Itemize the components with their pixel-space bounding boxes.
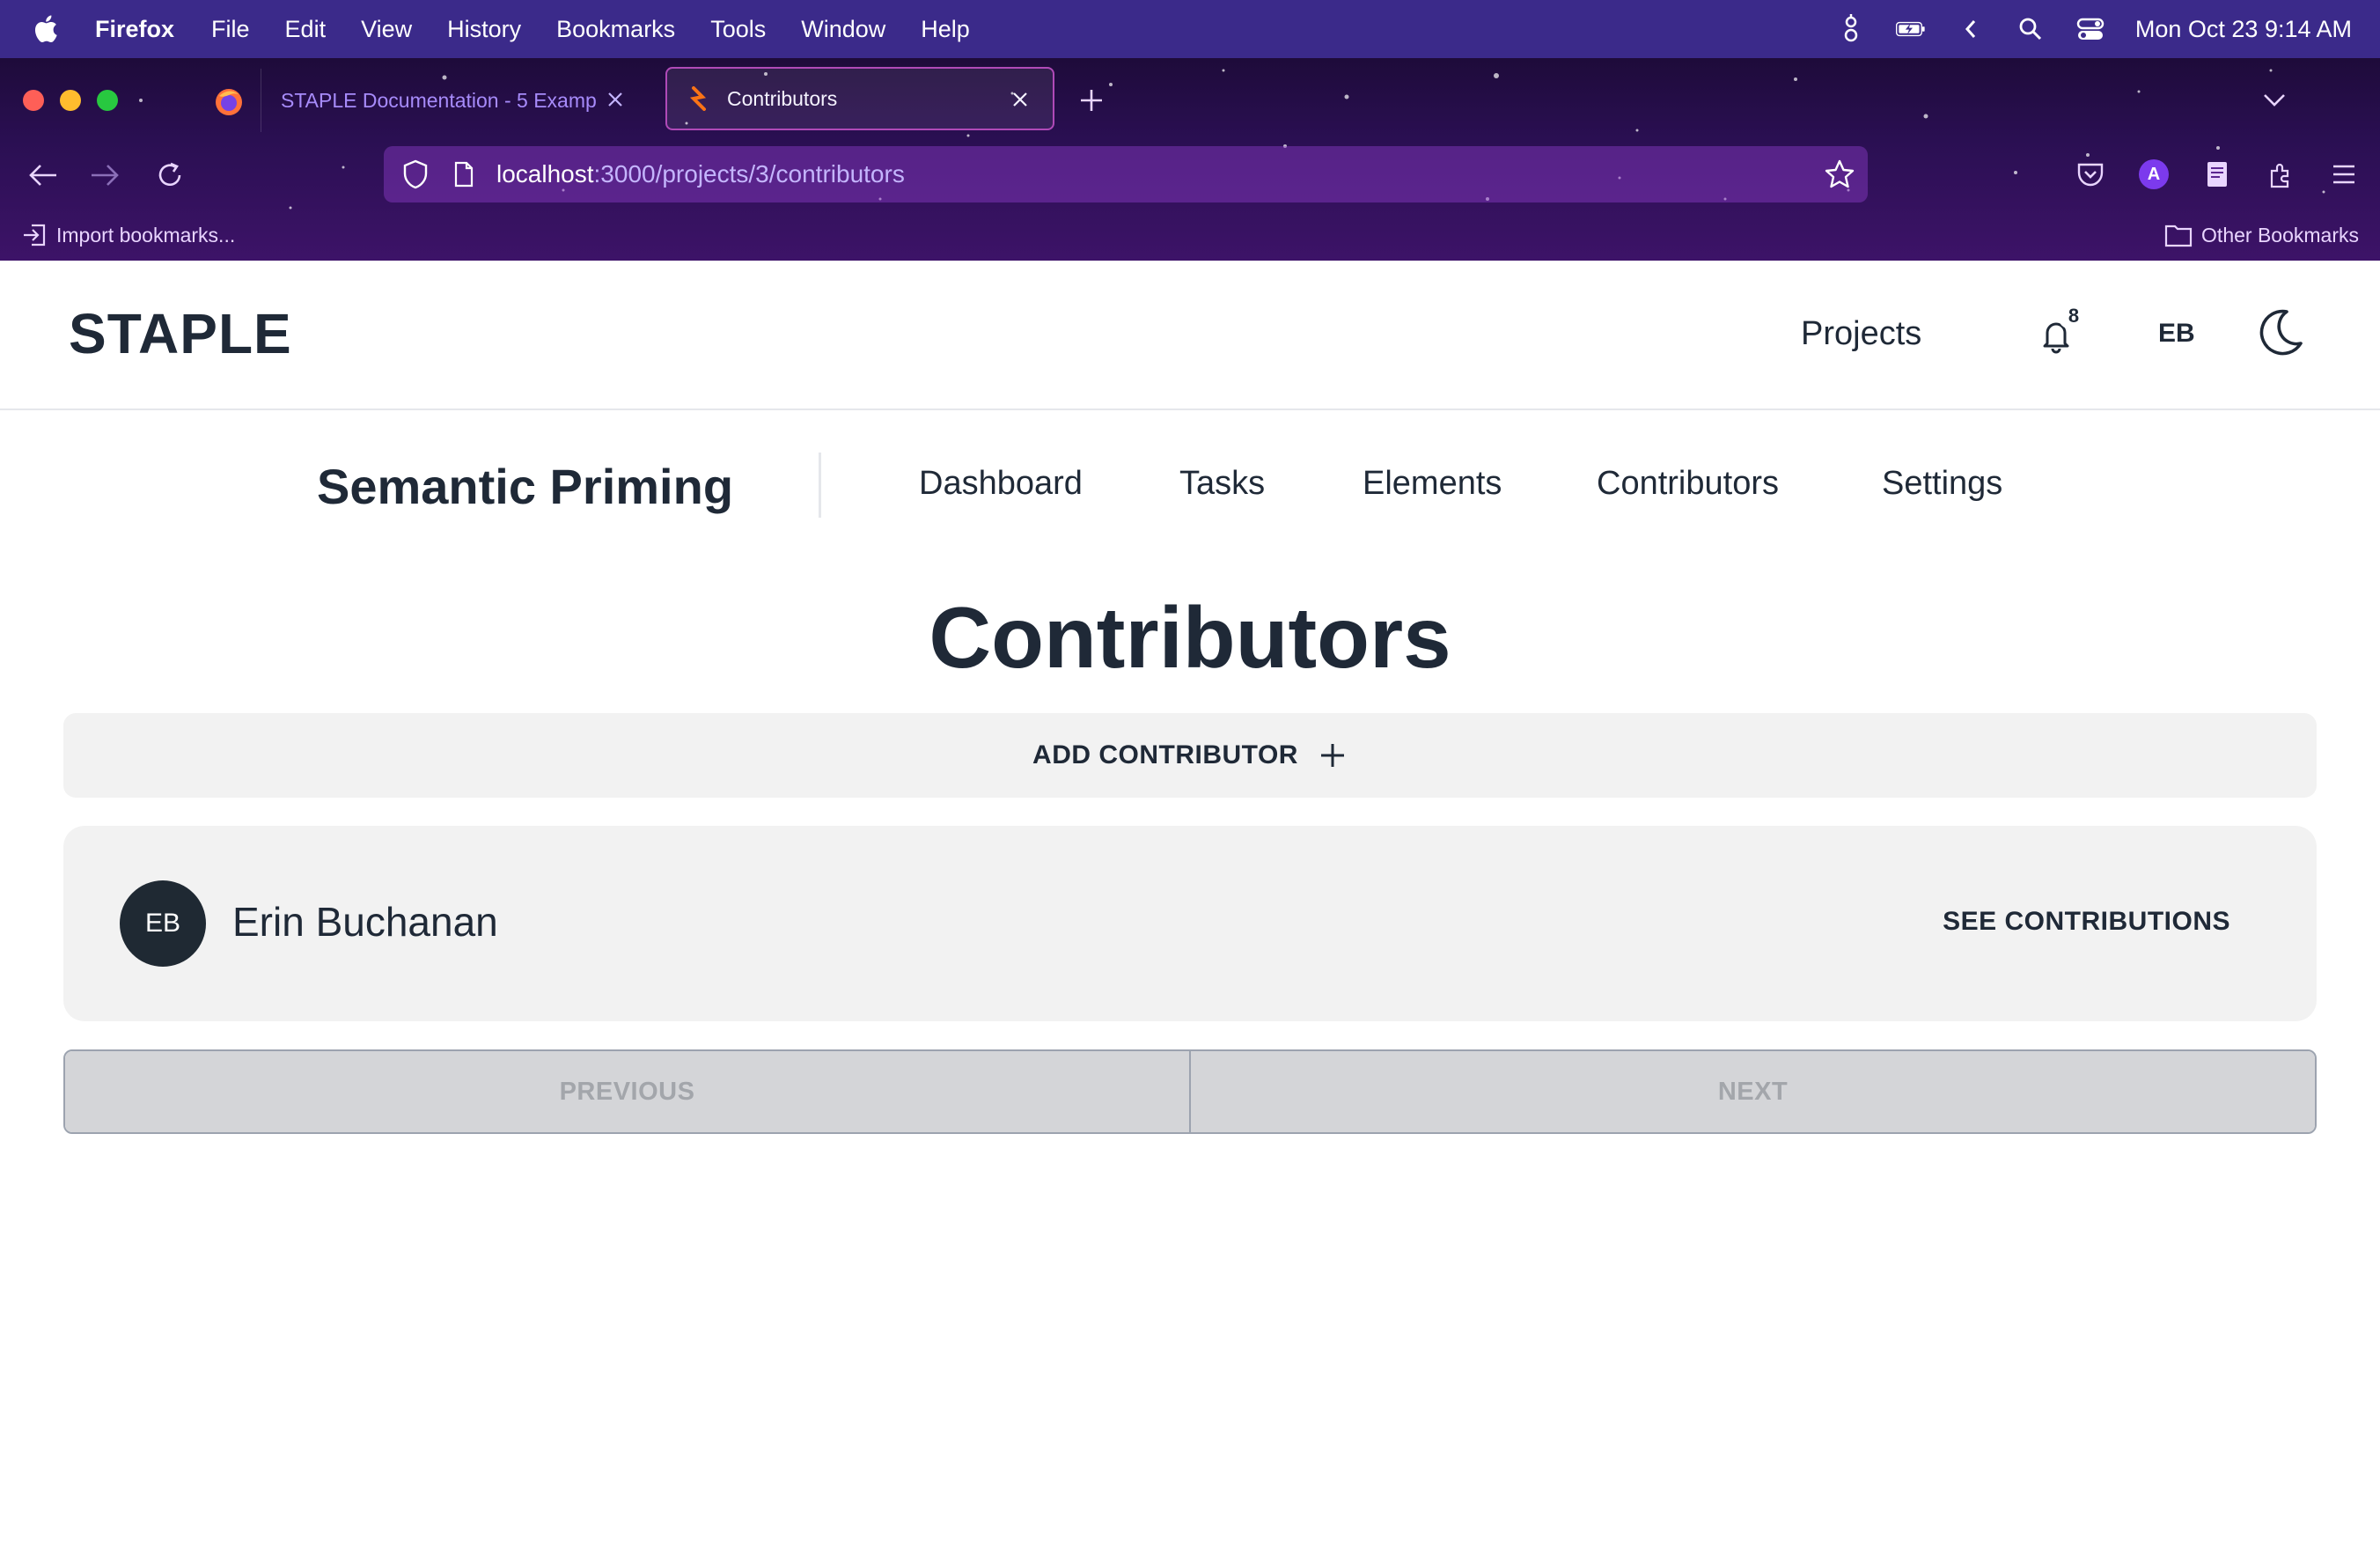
url-path: :3000/projects/3/contributors <box>593 160 905 188</box>
avatar: EB <box>120 880 206 967</box>
url-host: localhost <box>496 160 594 188</box>
tab-contributors[interactable]: Contributors <box>665 67 1054 130</box>
reload-icon <box>158 162 181 187</box>
tab-staple-documentation[interactable]: STAPLE Documentation - 5 Example <box>261 69 648 132</box>
tab-tasks[interactable]: Tasks <box>1179 465 1265 503</box>
macos-menu-bar: Firefox File Edit View History Bookmarks… <box>0 0 2380 58</box>
import-bookmarks-label: Import bookmarks... <box>56 223 236 247</box>
pagination: PREVIOUS NEXT <box>63 1049 2317 1134</box>
list-all-tabs-button[interactable] <box>2259 85 2290 116</box>
staple-favicon-icon <box>689 86 707 111</box>
menu-bookmarks[interactable]: Bookmarks <box>556 16 675 43</box>
bookmarks-toolbar: Import bookmarks... Other Bookmarks <box>0 211 2380 261</box>
moon-icon[interactable] <box>2253 306 2306 359</box>
menubar-clock[interactable]: Mon Oct 23 9:14 AM <box>2135 16 2352 43</box>
reader-view-icon[interactable] <box>2200 158 2234 191</box>
contributor-card: EB Erin Buchanan SEE CONTRIBUTIONS <box>63 826 2317 1021</box>
firefox-logo-icon <box>216 89 242 115</box>
toolbar-extensions: A <box>2074 148 2380 201</box>
previous-button[interactable]: PREVIOUS <box>65 1051 1191 1132</box>
other-bookmarks-label: Other Bookmarks <box>2201 223 2359 247</box>
status-app-icon[interactable] <box>1836 14 1866 44</box>
menu-tools[interactable]: Tools <box>710 16 766 43</box>
menu-help[interactable]: Help <box>921 16 970 43</box>
close-tab-icon[interactable] <box>1007 86 1033 113</box>
tab-elements[interactable]: Elements <box>1363 465 1502 503</box>
new-tab-button[interactable] <box>1076 85 1107 116</box>
tab-dashboard[interactable]: Dashboard <box>919 465 1083 503</box>
tab-title: Contributors <box>727 86 838 110</box>
add-contributor-label: ADD CONTRIBUTOR <box>1032 740 1298 769</box>
shield-icon[interactable] <box>400 158 431 190</box>
nav-divider <box>819 453 821 518</box>
brand-logo[interactable]: STAPLE <box>69 301 292 366</box>
forward-button[interactable] <box>86 157 123 194</box>
import-icon <box>24 224 46 247</box>
page-info-icon[interactable] <box>451 158 477 190</box>
hamburger-menu-icon[interactable] <box>2327 158 2361 191</box>
firefox-view-button[interactable] <box>202 76 255 129</box>
app-header: STAPLE Projects 8 EB <box>0 261 2380 410</box>
tab-title: STAPLE Documentation - 5 Example <box>281 88 598 112</box>
url-text[interactable]: localhost:3000/projects/3/contributors <box>496 160 905 188</box>
page-title: Contributors <box>929 589 1451 686</box>
close-tab-icon[interactable] <box>602 86 628 113</box>
extensions-icon[interactable] <box>2264 158 2297 191</box>
add-contributor-button[interactable]: ADD CONTRIBUTOR <box>63 713 2317 798</box>
reload-button[interactable] <box>151 157 188 194</box>
notification-count-badge: 8 <box>2058 303 2090 329</box>
tab-contributors[interactable]: Contributors <box>1597 465 1779 503</box>
bookmark-star-icon[interactable] <box>1824 158 1855 190</box>
close-window-button[interactable] <box>23 90 44 111</box>
menu-app-name[interactable]: Firefox <box>95 16 174 43</box>
window-controls <box>23 90 118 111</box>
browser-chrome: STAPLE Documentation - 5 Example Contrib… <box>0 58 2380 261</box>
account-avatar[interactable]: A <box>2137 158 2171 191</box>
chevron-left-icon[interactable] <box>1956 14 1986 44</box>
next-button[interactable]: NEXT <box>1191 1051 2315 1132</box>
battery-icon[interactable] <box>1895 14 1926 44</box>
projects-link[interactable]: Projects <box>1801 315 1921 353</box>
project-title: Semantic Priming <box>317 459 734 514</box>
menu-file[interactable]: File <box>211 16 250 43</box>
menu-edit[interactable]: Edit <box>285 16 327 43</box>
project-navigation: Semantic Priming Dashboard Tasks Element… <box>0 437 2380 534</box>
user-menu-initials[interactable]: EB <box>2158 319 2195 349</box>
account-initial: A <box>2139 159 2169 189</box>
apple-logo-icon[interactable] <box>32 13 63 45</box>
chevron-down-icon <box>2264 94 2285 107</box>
menu-window[interactable]: Window <box>801 16 885 43</box>
contributor-name: Erin Buchanan <box>232 899 498 945</box>
import-bookmarks-link[interactable]: Import bookmarks... <box>21 222 235 248</box>
menu-view[interactable]: View <box>361 16 412 43</box>
zoom-window-button[interactable] <box>97 90 118 111</box>
arrow-left-icon <box>29 165 56 186</box>
spotlight-search-icon[interactable] <box>2016 14 2046 44</box>
plus-icon <box>1081 90 1102 111</box>
tab-settings[interactable]: Settings <box>1882 465 2002 503</box>
plus-icon <box>1320 744 1344 767</box>
address-bar[interactable]: localhost:3000/projects/3/contributors <box>384 146 1868 202</box>
other-bookmarks-folder[interactable]: Other Bookmarks <box>2164 222 2359 248</box>
minimize-window-button[interactable] <box>60 90 81 111</box>
arrow-right-icon <box>92 165 119 186</box>
folder-icon <box>2164 225 2193 247</box>
tab-strip: STAPLE Documentation - 5 Example Contrib… <box>0 58 2380 141</box>
back-button[interactable] <box>25 157 62 194</box>
menu-history[interactable]: History <box>447 16 521 43</box>
see-contributions-button[interactable]: SEE CONTRIBUTIONS <box>1943 907 2230 937</box>
page-content: STAPLE Projects 8 EB Semantic Priming Da… <box>0 261 2380 1546</box>
pocket-icon[interactable] <box>2074 158 2107 191</box>
control-center-icon[interactable] <box>2075 14 2105 44</box>
